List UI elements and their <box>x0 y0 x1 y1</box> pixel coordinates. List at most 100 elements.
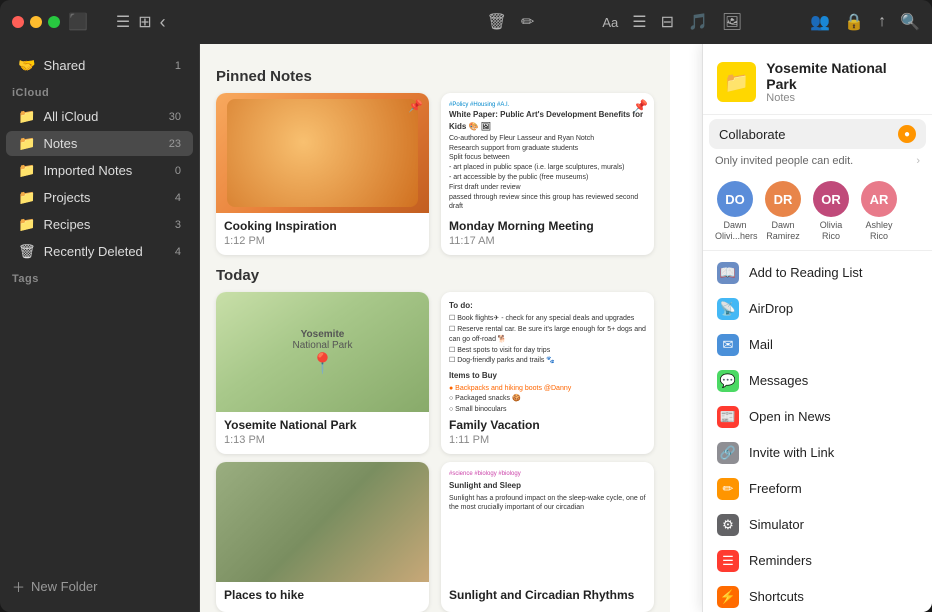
note-card-family[interactable]: To do: ☐ Book flights✈ - check for any s… <box>441 292 654 454</box>
sidebar: 🤝 Shared 1 iCloud 📁 All iCloud 30 📁 Note… <box>0 44 200 612</box>
grid-view-icon[interactable]: ⊞ <box>138 12 151 32</box>
collaborate-label: Collaborate <box>719 127 786 142</box>
share-menu-shortcuts[interactable]: ⚡ Shortcuts <box>703 579 932 612</box>
share-menu-mail[interactable]: ✉ Mail <box>703 327 932 363</box>
note-card-monday[interactable]: #Policy #Housing #A.I. White Paper: Publ… <box>441 93 654 255</box>
titlebar: ⬛ ☰ ⊞ ‹ 🗑 ✏ Aa ☰ ⊟ 🎵 🖼 👥 🔒 ↑ 🔍 <box>0 0 932 44</box>
share-label-invite-link: Invite with Link <box>749 445 834 460</box>
reminders-icon: ☰ <box>717 550 739 572</box>
pin-icon-cooking: 📌 <box>408 99 423 113</box>
share-icon[interactable]: ↑ <box>878 13 886 31</box>
avatar-name-dawn-r: Dawn Ramirez <box>763 220 803 242</box>
sidebar-badge-all-icloud: 30 <box>165 111 181 123</box>
cooking-image <box>227 99 419 207</box>
today-notes-grid: Yosemite National Park 📍 Yosemite Nation… <box>216 292 654 454</box>
today-section-title: Today <box>216 267 654 284</box>
lock-icon[interactable]: 🔒 <box>844 12 864 32</box>
share-menu-airdrop[interactable]: 📡 AirDrop <box>703 291 932 327</box>
new-folder-button[interactable]: ＋ New Folder <box>0 569 199 604</box>
recently-deleted-icon: 🗑 <box>18 243 36 260</box>
table-icon[interactable]: ⊟ <box>661 12 674 32</box>
share-menu-invite-link[interactable]: 🔗 Invite with Link <box>703 435 932 471</box>
avatar-item-ashley: AR Ashley Rico <box>859 181 899 242</box>
note-thumb-sunlight: #science #biology #biology Sunlight and … <box>441 462 654 582</box>
compose-icon[interactable]: ✏ <box>521 12 534 32</box>
sidebar-label-recently-deleted: Recently Deleted <box>44 244 143 259</box>
sidebar-badge-shared: 1 <box>165 60 181 72</box>
news-icon: 📰 <box>717 406 739 428</box>
share-label-airdrop: AirDrop <box>749 301 793 316</box>
collaborate-icon[interactable]: 👥 <box>810 12 830 32</box>
avatar-item-dawn-o: DO Dawn Olivi...hers <box>715 181 755 242</box>
avatar-dawn-o: DO <box>717 181 753 217</box>
sidebar-item-notes[interactable]: 📁 Notes 23 <box>6 131 193 156</box>
collaborate-sublabel: Only invited people can edit. › <box>703 153 932 173</box>
share-menu-freeform[interactable]: ✏ Freeform <box>703 471 932 507</box>
new-folder-icon: ＋ <box>12 577 25 596</box>
minimize-button[interactable] <box>30 16 42 28</box>
folder-emoji: 📁 <box>724 70 749 95</box>
share-menu-reminders[interactable]: ☰ Reminders <box>703 543 932 579</box>
note-time-monday: 11:17 AM <box>441 235 654 247</box>
collaborate-row[interactable]: Collaborate ● <box>709 119 926 149</box>
share-menu-messages[interactable]: 💬 Messages <box>703 363 932 399</box>
tags-section-label: Tags <box>0 265 199 289</box>
checklist-icon[interactable]: ☰ <box>632 12 646 32</box>
note-card-yosemite[interactable]: Yosemite National Park 📍 Yosemite Nation… <box>216 292 429 454</box>
app-window: ⬛ ☰ ⊞ ‹ 🗑 ✏ Aa ☰ ⊟ 🎵 🖼 👥 🔒 ↑ 🔍 🤝 <box>0 0 932 612</box>
share-menu-reading-list[interactable]: 📖 Add to Reading List <box>703 255 932 291</box>
sidebar-badge-recently-deleted: 4 <box>165 246 181 258</box>
close-button[interactable] <box>12 16 24 28</box>
share-label-reminders: Reminders <box>749 553 812 568</box>
traffic-lights <box>12 16 60 28</box>
sidebar-label-all-icloud: All iCloud <box>43 109 98 124</box>
sidebar-item-recently-deleted[interactable]: 🗑 Recently Deleted 4 <box>6 239 193 264</box>
share-menu-simulator[interactable]: ⚙ Simulator <box>703 507 932 543</box>
delete-icon[interactable]: 🗑 <box>487 12 507 32</box>
note-thumb-yosemite: Yosemite National Park 📍 <box>216 292 429 412</box>
avatar-name-dawn-o: Dawn Olivi...hers <box>715 220 755 242</box>
share-header: 📁 Yosemite National Park Notes <box>703 44 932 115</box>
avatar-ashley: AR <box>861 181 897 217</box>
share-label-simulator: Simulator <box>749 517 804 532</box>
chevron-right-icon: › <box>916 155 920 167</box>
share-label-shortcuts: Shortcuts <box>749 589 804 604</box>
sidebar-item-imported[interactable]: 📁 Imported Notes 0 <box>6 158 193 183</box>
note-title-sunlight: Sunlight and Circadian Rhythms <box>441 582 654 604</box>
notes-icon: 📁 <box>18 135 35 152</box>
note-card-hike[interactable]: Places to hike <box>216 462 429 612</box>
sidebar-badge-recipes: 3 <box>165 219 181 231</box>
maximize-button[interactable] <box>48 16 60 28</box>
back-icon[interactable]: ‹ <box>160 12 166 33</box>
search-icon[interactable]: 🔍 <box>900 12 920 32</box>
note-title-family: Family Vacation <box>441 412 654 434</box>
sidebar-item-recipes[interactable]: 📁 Recipes 3 <box>6 212 193 237</box>
sidebar-badge-projects: 4 <box>165 192 181 204</box>
sidebar-item-projects[interactable]: 📁 Projects 4 <box>6 185 193 210</box>
collaborate-badge: ● <box>898 125 916 143</box>
detail-panel: 📁 Yosemite National Park Notes Collabora… <box>670 44 932 612</box>
sidebar-label-recipes: Recipes <box>43 217 90 232</box>
all-icloud-icon: 📁 <box>18 108 35 125</box>
new-folder-label: New Folder <box>31 579 97 594</box>
note-thumb-cooking: 📌 <box>216 93 429 213</box>
note-time-cooking: 1:12 PM <box>216 235 429 247</box>
list-view-icon[interactable]: ☰ <box>116 12 130 32</box>
font-icon[interactable]: Aa <box>602 15 618 30</box>
sidebar-item-all-icloud[interactable]: 📁 All iCloud 30 <box>6 104 193 129</box>
sidebar-label-imported: Imported Notes <box>43 163 132 178</box>
note-title-cooking: Cooking Inspiration <box>216 213 429 235</box>
share-label-news: Open in News <box>749 409 831 424</box>
sidebar-toggle-icon[interactable]: ⬛ <box>68 12 88 32</box>
shortcuts-icon: ⚡ <box>717 586 739 608</box>
share-label-mail: Mail <box>749 337 773 352</box>
audio-icon[interactable]: 🎵 <box>688 12 708 32</box>
note-thumb-monday: #Policy #Housing #A.I. White Paper: Publ… <box>441 93 654 213</box>
share-menu-news[interactable]: 📰 Open in News <box>703 399 932 435</box>
note-card-cooking[interactable]: 📌 Cooking Inspiration 1:12 PM <box>216 93 429 255</box>
sidebar-item-shared[interactable]: 🤝 Shared 1 <box>6 53 193 78</box>
share-label-messages: Messages <box>749 373 808 388</box>
airdrop-icon: 📡 <box>717 298 739 320</box>
note-card-sunlight[interactable]: #science #biology #biology Sunlight and … <box>441 462 654 612</box>
media-icon[interactable]: 🖼 <box>722 12 742 32</box>
